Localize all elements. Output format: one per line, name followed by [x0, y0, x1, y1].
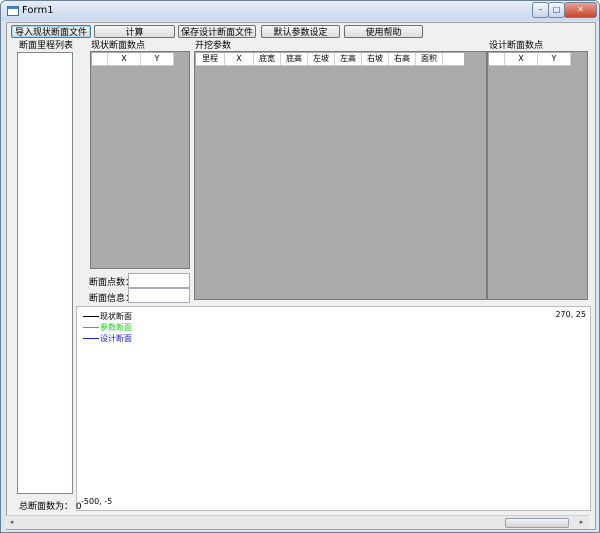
design-points-grid[interactable]: X Y: [487, 51, 588, 300]
point-count-field[interactable]: [128, 273, 190, 288]
column-header-bottom-elev[interactable]: 底高: [281, 53, 308, 65]
row-header-cell: [92, 53, 108, 65]
section-list-title: 断面里程列表: [19, 41, 74, 51]
design-points-title: 设计断面数点: [489, 41, 544, 51]
maximize-button[interactable]: □: [548, 2, 565, 18]
title-bar[interactable]: Form1 – □ ✕: [1, 1, 599, 21]
maximize-icon: □: [552, 5, 561, 14]
horizontal-scrollbar[interactable]: ◂ ▸: [5, 515, 589, 529]
column-header-bottom-width[interactable]: 底宽: [254, 53, 281, 65]
column-header-x[interactable]: X: [108, 53, 141, 65]
column-header-x[interactable]: X: [505, 53, 538, 65]
compute-button[interactable]: 计算: [94, 25, 175, 38]
legend-label: 现状断面: [100, 312, 132, 321]
column-header-left-slope[interactable]: 左坡: [308, 53, 335, 65]
app-window: Form1 – □ ✕ 导入现状断面文件 计算 保存设计断面文件 默认参数设定 …: [0, 0, 600, 533]
scroll-left-icon[interactable]: ◂: [6, 517, 17, 528]
section-list[interactable]: [17, 52, 73, 494]
column-header-right-elev[interactable]: 右高: [389, 53, 416, 65]
app-icon: [7, 6, 19, 16]
grid-header: 里程 X 底宽 底高 左坡 左高 右坡 右高 面积: [196, 53, 464, 66]
legend-current-section: 现状断面: [83, 311, 132, 322]
column-header-right-slope[interactable]: 右坡: [362, 53, 389, 65]
minimize-button[interactable]: –: [532, 2, 549, 18]
legend-line: [83, 316, 99, 317]
grid-header: X Y: [489, 53, 571, 66]
default-params-button[interactable]: 默认参数设定: [261, 25, 340, 38]
row-header-cell: [489, 53, 505, 65]
legend-param-section: 参数断面: [83, 322, 132, 333]
minimize-icon: –: [538, 5, 543, 14]
legend-label: 参数断面: [100, 323, 132, 332]
section-plot-canvas[interactable]: 现状断面 参数断面 设计断面 270, 25 -500, -5: [76, 306, 591, 511]
form-client-area: 导入现状断面文件 计算 保存设计断面文件 默认参数设定 使用帮助 断面里程列表 …: [6, 22, 596, 530]
window-title: Form1: [22, 5, 54, 16]
column-header-x[interactable]: X: [225, 53, 254, 65]
coord-readout-top: 270, 25: [555, 310, 586, 319]
coord-readout-bottom: -500, -5: [81, 497, 113, 506]
scroll-right-icon[interactable]: ▸: [576, 517, 587, 528]
current-points-title: 现状断面数点: [91, 41, 146, 51]
legend-line: [83, 338, 99, 339]
legend-label: 设计断面: [100, 334, 132, 343]
total-sections-label: 总断面数为： 0: [19, 502, 82, 512]
close-button[interactable]: ✕: [564, 2, 597, 18]
grid-header: X Y: [92, 53, 174, 66]
close-icon: ✕: [577, 5, 584, 14]
legend-line: [83, 327, 99, 328]
section-info-field[interactable]: [128, 288, 190, 303]
save-design-file-button[interactable]: 保存设计断面文件: [178, 25, 256, 38]
scroll-thumb[interactable]: [505, 518, 569, 528]
legend-design-section: 设计断面: [83, 333, 132, 344]
help-button[interactable]: 使用帮助: [344, 25, 423, 38]
import-section-file-button[interactable]: 导入现状断面文件: [11, 25, 91, 38]
column-header-y[interactable]: Y: [141, 53, 174, 65]
column-header-left-elev[interactable]: 左高: [335, 53, 362, 65]
column-header-area[interactable]: 面积: [416, 53, 443, 65]
current-points-grid[interactable]: X Y: [90, 51, 190, 269]
column-header-chainage[interactable]: 里程: [196, 53, 225, 65]
excavation-params-title: 开挖参数: [195, 41, 232, 51]
column-header-y[interactable]: Y: [538, 53, 571, 65]
excavation-params-grid[interactable]: 里程 X 底宽 底高 左坡 左高 右坡 右高 面积: [194, 51, 487, 300]
